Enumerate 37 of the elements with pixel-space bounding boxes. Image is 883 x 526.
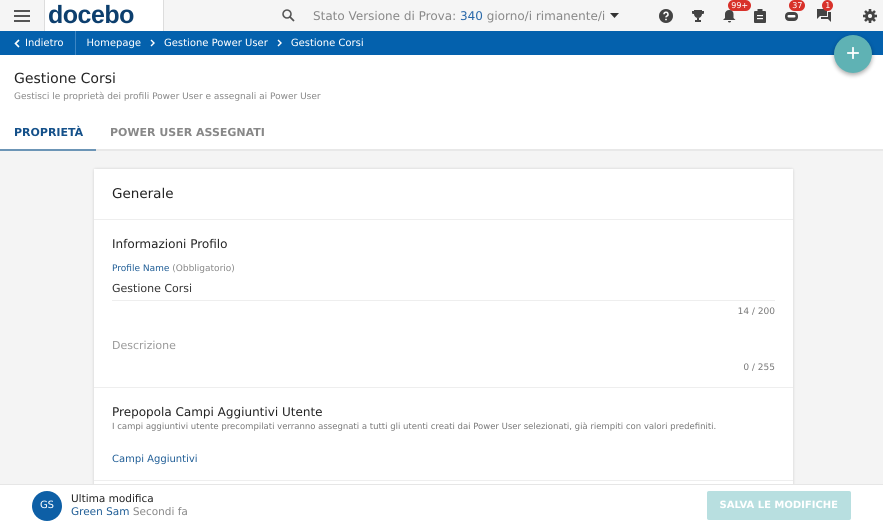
- section-description: I campi aggiuntivi utente precompilati verranno assegnati a tutti gli utenti creati dai Power User selezionati, già riempiti con valori predefiniti.: [112, 422, 718, 432]
- field-link[interactable]: Campi Aggiuntivi: [112, 454, 198, 465]
- page-subtitle: Gestisci le proprietà dei profili Power User e assegnali ai Power User: [14, 92, 322, 102]
- settings-icon[interactable]: [863, 8, 878, 22]
- user-name[interactable]: Green Sam: [71, 506, 130, 518]
- timestamp: Secondi fa: [132, 506, 188, 518]
- count-badge: 99+: [728, 0, 752, 10]
- count-badge: 1: [822, 0, 834, 11]
- last-modified-label: Ultima modifica: [71, 493, 155, 505]
- field-label: Profile Name: [112, 264, 170, 274]
- section-heading: Informazioni Profilo: [112, 237, 228, 251]
- breadcrumb-link[interactable]: Homepage: [86, 38, 142, 48]
- search-icon[interactable]: [282, 9, 295, 22]
- robot-icon[interactable]: [784, 9, 800, 22]
- tab[interactable]: POWER USER ASSEGNATI: [96, 126, 279, 151]
- required-hint: (Obbligatorio): [172, 264, 235, 274]
- logo[interactable]: docebo: [48, 1, 134, 30]
- chevron-left-icon: [14, 38, 20, 48]
- section-heading: Prepopola Campi Aggiuntivi Utente: [112, 405, 324, 419]
- avatar: GS: [32, 490, 62, 520]
- char-counter: 14 / 200: [736, 307, 775, 317]
- bell-icon[interactable]: [723, 8, 736, 22]
- chevron-icon: [150, 39, 156, 47]
- chevron-icon: [276, 39, 282, 47]
- chat-icon[interactable]: [817, 9, 832, 22]
- caret-icon[interactable]: [610, 13, 620, 18]
- breadcrumb-link[interactable]: Gestione Power User: [164, 38, 268, 48]
- back-link[interactable]: Indietro: [0, 31, 76, 55]
- card-title: Generale: [94, 169, 793, 220]
- count-badge: 37: [789, 0, 806, 11]
- char-counter: 0 / 255: [742, 363, 775, 373]
- clipboard-icon[interactable]: [754, 8, 766, 22]
- page-title: Gestione Corsi: [14, 71, 117, 87]
- trial-status[interactable]: Stato Versione di Prova: 340 giorno/i rimanente/i: [313, 8, 606, 22]
- trophy-icon[interactable]: [691, 8, 706, 22]
- breadcrumb-link[interactable]: Gestione Corsi: [290, 38, 364, 48]
- help-icon[interactable]: [659, 8, 674, 22]
